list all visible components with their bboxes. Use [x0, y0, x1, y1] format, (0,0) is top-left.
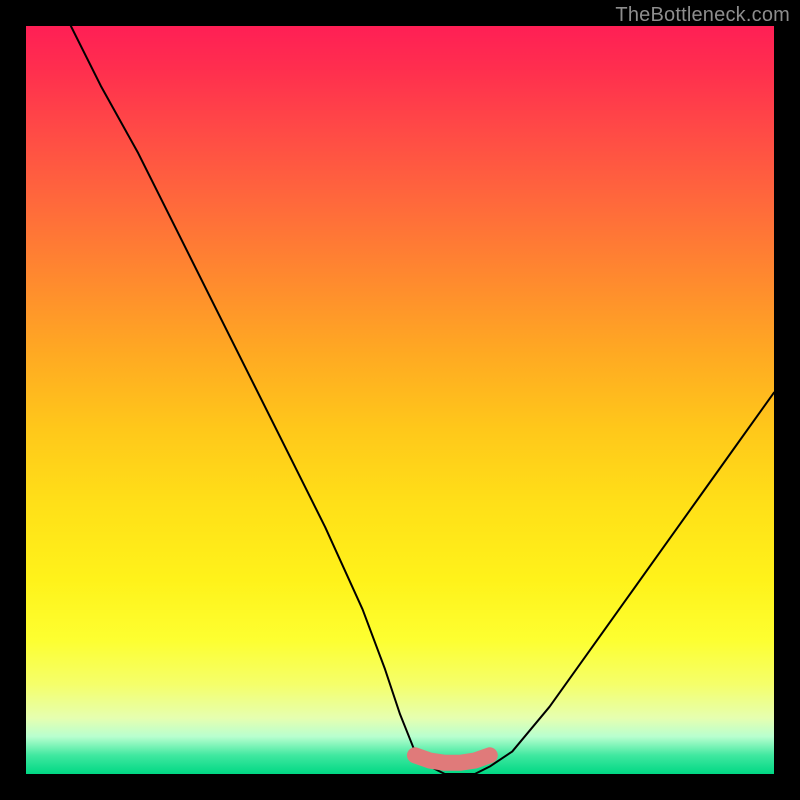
chart-frame: TheBottleneck.com: [0, 0, 800, 800]
curve-layer: [26, 26, 774, 774]
optimal-band-marker: [415, 755, 490, 762]
watermark-text: TheBottleneck.com: [615, 4, 790, 27]
bottleneck-curve: [71, 26, 774, 774]
plot-area: [26, 26, 774, 774]
